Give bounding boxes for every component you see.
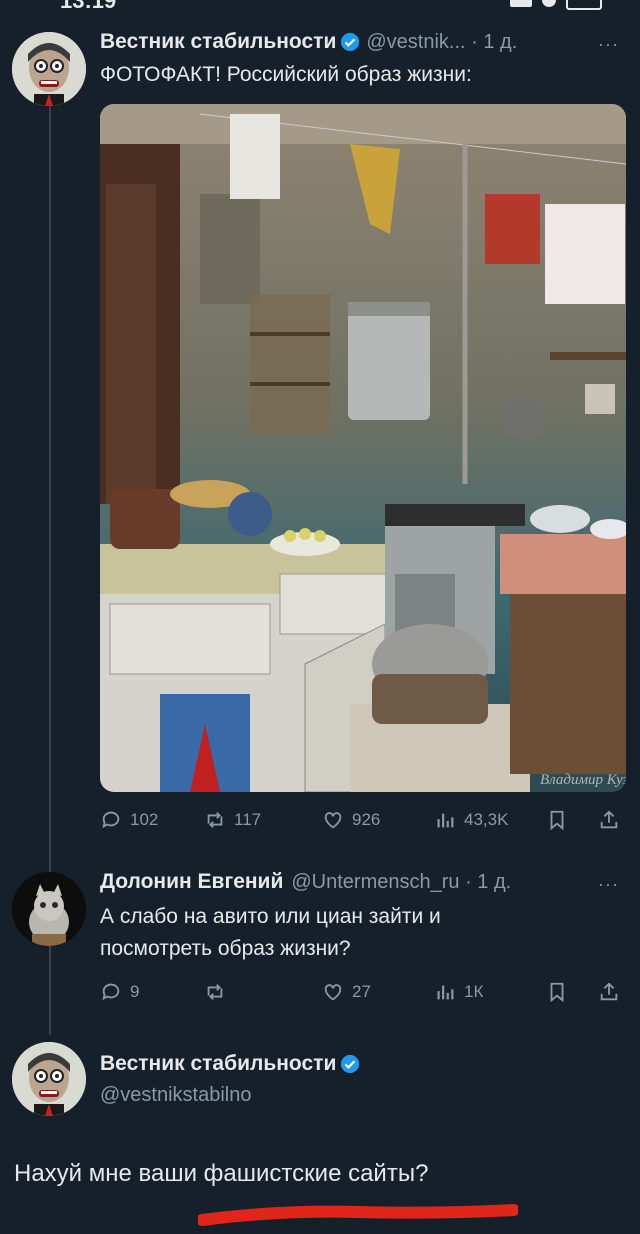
retweet-button[interactable] bbox=[204, 981, 226, 1003]
tweet-text: ФОТОФАКТ! Российский образ жизни: bbox=[100, 63, 472, 86]
bookmark-icon bbox=[550, 982, 564, 1003]
author-name[interactable]: Вестник стабильности bbox=[100, 1052, 336, 1076]
tweet1-actions: 102 117 926 43,3K bbox=[100, 806, 620, 834]
retweet-icon bbox=[207, 984, 223, 1000]
avatar-vestnik[interactable] bbox=[12, 1042, 86, 1116]
author-name[interactable]: Долонин Евгений bbox=[100, 870, 283, 894]
author-handle-time[interactable]: @vestnik... · 1 д. bbox=[366, 31, 517, 54]
avatar-vestnik[interactable] bbox=[12, 32, 86, 106]
bookmark-icon bbox=[550, 810, 564, 831]
author-handle[interactable]: @vestnikstabilno bbox=[100, 1084, 251, 1107]
signal-icon bbox=[510, 0, 532, 7]
retweet-button[interactable]: 117 bbox=[204, 809, 261, 831]
views-count: 1К bbox=[464, 982, 484, 1001]
tweet1-header: Вестник стабильности @vestnik... · 1 д. bbox=[100, 30, 517, 54]
tweet2-actions: 9 27 1К bbox=[100, 978, 620, 1006]
status-icons bbox=[510, 0, 602, 10]
wifi-icon bbox=[542, 0, 556, 7]
like-icon bbox=[324, 984, 342, 1001]
bookmark-button[interactable] bbox=[546, 809, 568, 831]
like-button[interactable]: 27 bbox=[322, 981, 371, 1003]
retweet-count: 117 bbox=[234, 810, 262, 829]
views-icon bbox=[437, 813, 454, 828]
tweet3-header: Вестник стабильности bbox=[100, 1052, 360, 1076]
verified-icon bbox=[341, 32, 360, 52]
reply-button[interactable]: 102 bbox=[100, 809, 158, 831]
share-icon bbox=[600, 982, 618, 1001]
tweet-photo[interactable]: Владимир Кузьмин bbox=[100, 104, 626, 792]
views-icon bbox=[437, 985, 454, 1000]
red-underline-annotation bbox=[198, 1204, 518, 1226]
like-count: 926 bbox=[352, 810, 381, 829]
tweet-text-line2: посмотреть образ жизни? bbox=[100, 937, 351, 960]
verified-icon bbox=[341, 1054, 360, 1074]
views-button[interactable]: 43,3K bbox=[434, 809, 508, 831]
more-icon[interactable]: ··· bbox=[598, 874, 619, 895]
reply-button[interactable]: 9 bbox=[100, 981, 139, 1003]
share-button[interactable] bbox=[598, 981, 620, 1003]
share-button[interactable] bbox=[598, 809, 620, 831]
author-handle-time[interactable]: @Untermensch_ru · 1 д. bbox=[291, 871, 511, 894]
retweet-icon bbox=[207, 812, 223, 828]
views-count: 43,3K bbox=[464, 810, 509, 829]
photo-signature: Владимир Кузьмин bbox=[540, 772, 626, 788]
tweet2-header: Долонин Евгений @Untermensch_ru · 1 д. bbox=[100, 870, 511, 894]
like-button[interactable]: 926 bbox=[322, 809, 380, 831]
bookmark-button[interactable] bbox=[546, 981, 568, 1003]
reply-count: 9 bbox=[130, 982, 140, 1001]
avatar-dolonin[interactable] bbox=[12, 872, 86, 946]
like-icon bbox=[324, 812, 342, 829]
reply-count: 102 bbox=[130, 810, 159, 829]
views-button[interactable]: 1К bbox=[434, 981, 483, 1003]
tweet-text-line1: А слабо на авито или циан зайти и bbox=[100, 905, 441, 928]
reply-icon bbox=[102, 811, 120, 829]
reply-icon bbox=[102, 983, 120, 1001]
battery-icon bbox=[566, 0, 602, 10]
status-time: 13:19 bbox=[60, 0, 117, 13]
focused-tweet-text: Нахуй мне ваши фашистские сайты? bbox=[14, 1160, 429, 1187]
more-icon[interactable]: ··· bbox=[598, 34, 619, 55]
author-name[interactable]: Вестник стабильности bbox=[100, 30, 336, 54]
share-icon bbox=[600, 810, 618, 829]
like-count: 27 bbox=[352, 982, 371, 1001]
